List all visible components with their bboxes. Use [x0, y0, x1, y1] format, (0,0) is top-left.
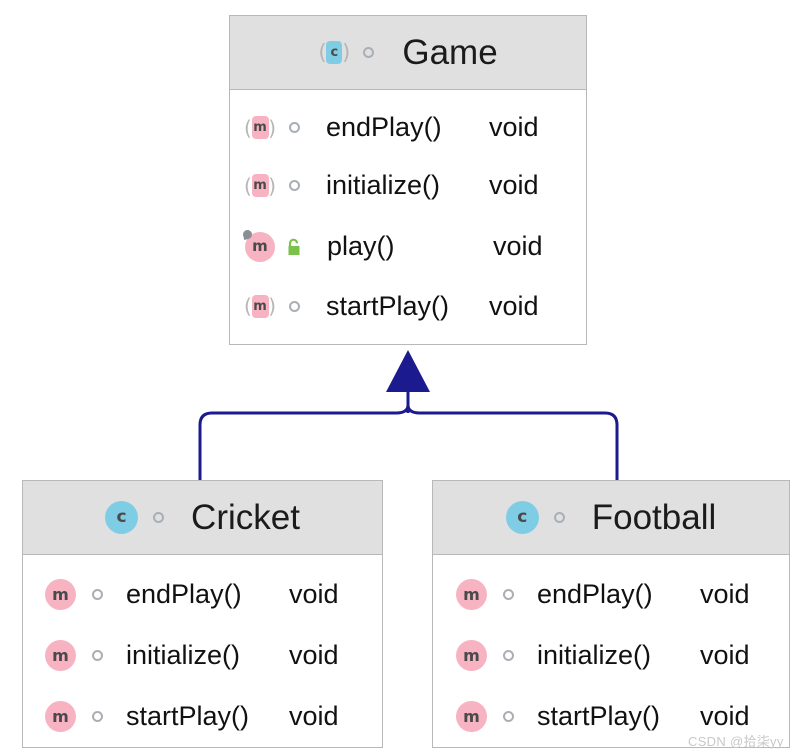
- member-type: void: [489, 170, 539, 200]
- member-row[interactable]: m endPlay() void: [23, 564, 382, 625]
- class-name-football: Football: [591, 497, 717, 537]
- abstract-class-icon: ( c ): [318, 40, 351, 64]
- member-type: void: [289, 640, 339, 670]
- member-row[interactable]: ( m ) startPlay() void: [230, 277, 586, 335]
- watermark-text: CSDN @拾柒yy: [688, 734, 784, 749]
- class-name-game: Game: [402, 32, 498, 72]
- package-private-circle-icon: [92, 589, 103, 600]
- class-box-cricket[interactable]: c Cricket m endPlay() void m initialize(…: [22, 480, 383, 748]
- member-row[interactable]: ( m ) initialize() void: [230, 155, 586, 216]
- package-private-circle-icon: [92, 711, 103, 722]
- class-name-cricket: Cricket: [191, 497, 300, 537]
- member-type: void: [700, 579, 750, 609]
- member-name: initialize(): [126, 640, 241, 670]
- package-private-circle-icon: [363, 47, 375, 58]
- public-open-padlock-icon: [288, 238, 300, 255]
- class-icon: c: [505, 501, 539, 534]
- member-type: void: [700, 640, 750, 670]
- class-box-football[interactable]: c Football m endPlay() void m initialize…: [432, 480, 790, 748]
- method-icon: m: [241, 228, 276, 262]
- package-private-circle-icon: [289, 122, 300, 133]
- method-icon: m: [45, 701, 76, 732]
- package-private-circle-icon: [503, 711, 514, 722]
- package-private-circle-icon: [289, 300, 300, 312]
- class-box-game[interactable]: ( c ) Game ( m ) endPlay() void (m) in…: [229, 15, 587, 345]
- method-icon: m: [456, 579, 487, 610]
- member-type: void: [289, 701, 339, 731]
- member-name: startPlay(): [326, 290, 450, 321]
- abstract-method-icon: ( m ): [244, 173, 276, 198]
- member-row[interactable]: m endPlay() void: [433, 564, 789, 625]
- member-type: void: [489, 290, 539, 321]
- member-name: initialize(): [537, 640, 652, 670]
- package-private-circle-icon: [289, 180, 300, 191]
- abstract-method-icon: ( m ): [244, 115, 276, 140]
- method-icon: m: [456, 640, 487, 671]
- member-row[interactable]: m startPlay() void: [23, 686, 382, 747]
- member-name: startPlay(): [537, 701, 661, 731]
- member-name: endPlay(): [126, 579, 242, 609]
- class-icon: c: [105, 501, 139, 534]
- package-private-circle-icon: [503, 650, 514, 661]
- class-header-game: ( c ) Game: [230, 16, 586, 90]
- class-header-cricket: c Cricket: [23, 481, 382, 555]
- package-private-circle-icon: [153, 512, 165, 523]
- package-private-circle-icon: [503, 589, 514, 600]
- class-members-game: ( m ) endPlay() void ( m ) initialize() …: [230, 90, 586, 335]
- uml-class-diagram-canvas: ( c ) Game ( m ) endPlay() void (m) in…: [0, 0, 803, 755]
- member-row[interactable]: m initialize() void: [23, 625, 382, 686]
- member-name: endPlay(): [537, 579, 653, 609]
- member-name: play(): [327, 231, 395, 261]
- class-members-football: m endPlay() void m initialize() void m s…: [433, 555, 789, 747]
- member-type: void: [489, 112, 539, 142]
- class-header-football: c Football: [433, 481, 789, 555]
- member-row[interactable]: m play() void: [230, 216, 586, 277]
- member-row[interactable]: ( m ) endPlay() void: [230, 100, 586, 155]
- member-name: startPlay(): [126, 701, 250, 731]
- method-icon: m: [456, 701, 487, 732]
- class-members-cricket: m endPlay() void m initialize() void m s…: [23, 555, 382, 747]
- method-icon: m: [45, 640, 76, 671]
- member-type: void: [493, 231, 543, 261]
- member-name: initialize(): [326, 170, 441, 200]
- abstract-method-icon: ( m ): [244, 294, 276, 318]
- member-type: void: [700, 701, 750, 731]
- member-row[interactable]: m initialize() void: [433, 625, 789, 686]
- member-type: void: [289, 579, 339, 609]
- package-private-circle-icon: [553, 512, 565, 523]
- method-icon: m: [45, 579, 76, 610]
- member-name: endPlay(): [326, 112, 442, 142]
- package-private-circle-icon: [92, 650, 103, 661]
